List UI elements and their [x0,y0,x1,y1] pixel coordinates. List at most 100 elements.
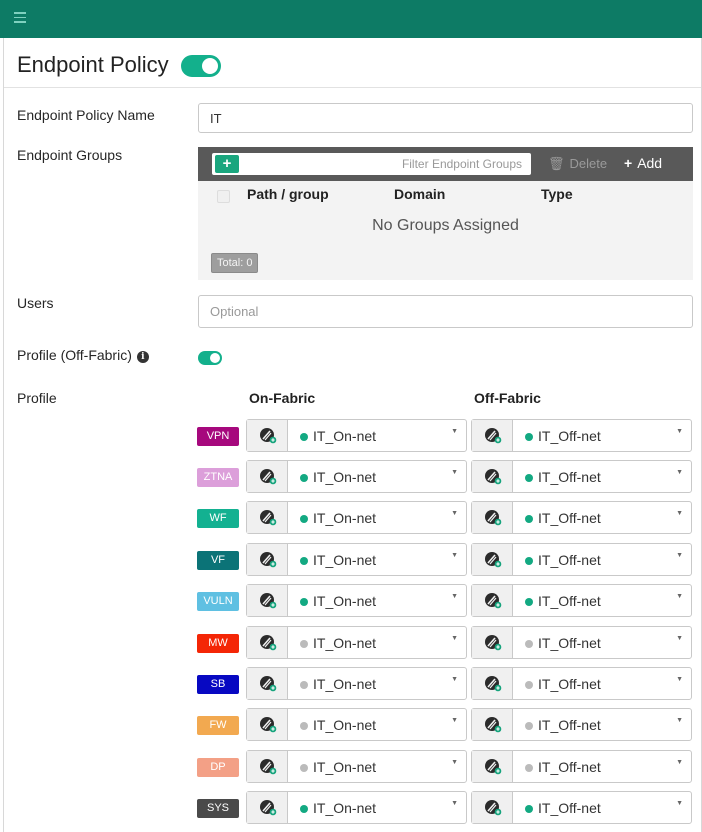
profile-select-on-fabric[interactable]: IT_On-net ▼ [246,584,467,617]
profile-offfabric-toggle[interactable] [198,351,222,365]
page-title: Endpoint Policy [17,52,169,77]
profile-row: VULN IT_On-net ▼ IT_Off-net ▼ [4,584,701,617]
profile-offfabric-text: Profile (Off-Fabric) [17,347,132,363]
profile-select-off-fabric[interactable]: IT_Off-net ▼ [471,501,692,534]
hamburger-menu-icon[interactable] [14,12,26,24]
profile-edit-button[interactable] [472,585,513,616]
profile-edit-button[interactable] [247,792,288,823]
profile-edit-button[interactable] [472,461,513,492]
profile-tag: ZTNA [197,468,239,487]
caret-down-icon: ▼ [451,593,458,600]
status-dot [525,722,533,730]
profile-edit-button[interactable] [247,585,288,616]
profile-tag: MW [197,634,239,653]
caret-down-icon: ▼ [676,510,683,517]
profile-tag: VF [197,551,239,570]
caret-down-icon: ▼ [451,552,458,559]
caret-down-icon: ▼ [676,635,683,642]
status-dot [300,474,308,482]
profile-select-off-fabric[interactable]: IT_Off-net ▼ [471,750,692,783]
caret-down-icon: ▼ [451,717,458,724]
profile-label: Profile [17,390,57,406]
profile-edit-button[interactable] [247,627,288,658]
column-header-type[interactable]: Type [541,186,573,202]
profile-edit-button[interactable] [472,792,513,823]
profile-value: IT_Off-net [538,510,601,526]
profile-tag: SB [197,675,239,694]
filter-placeholder: Filter Endpoint Groups [401,157,522,171]
profile-select-on-fabric[interactable]: IT_On-net ▼ [246,419,467,452]
profile-select-on-fabric[interactable]: IT_On-net ▼ [246,791,467,824]
profile-edit-button[interactable] [472,502,513,533]
column-header-path[interactable]: Path / group [247,186,329,202]
profile-row: VPN IT_On-net ▼ IT_Off-net ▼ [4,419,701,452]
profile-select-on-fabric[interactable]: IT_On-net ▼ [246,667,467,700]
profile-edit-button[interactable] [472,627,513,658]
add-filter-button[interactable]: + [215,155,239,173]
profile-offfabric-label: Profile (Off-Fabric) i [17,347,149,363]
profile-select-on-fabric[interactable]: IT_On-net ▼ [246,750,467,783]
profile-row: VF IT_On-net ▼ IT_Off-net ▼ [4,543,701,576]
profile-edit-button[interactable] [247,709,288,740]
status-dot [525,433,533,441]
profile-select-off-fabric[interactable]: IT_Off-net ▼ [471,708,692,741]
profile-edit-button[interactable] [247,751,288,782]
status-dot [300,557,308,565]
policy-name-input[interactable]: IT [198,103,693,133]
profile-edit-button[interactable] [472,420,513,451]
profile-value: IT_Off-net [538,759,601,775]
profile-edit-button[interactable] [247,502,288,533]
profile-row: DP IT_On-net ▼ IT_Off-net ▼ [4,750,701,783]
endpoint-groups-label: Endpoint Groups [17,147,123,163]
policy-enabled-toggle[interactable] [181,55,221,77]
profile-select-on-fabric[interactable]: IT_On-net ▼ [246,501,467,534]
profile-row: MW IT_On-net ▼ IT_Off-net ▼ [4,626,701,659]
profile-tag: DP [197,758,239,777]
profile-select-on-fabric[interactable]: IT_On-net ▼ [246,708,467,741]
status-dot [525,764,533,772]
profile-select-off-fabric[interactable]: IT_Off-net ▼ [471,626,692,659]
profile-tag: VPN [197,427,239,446]
profile-edit-button[interactable] [472,751,513,782]
profile-value: IT_Off-net [538,593,601,609]
profile-select-off-fabric[interactable]: IT_Off-net ▼ [471,460,692,493]
column-header-domain[interactable]: Domain [394,186,445,202]
profile-edit-button[interactable] [472,544,513,575]
profile-tag: FW [197,716,239,735]
filter-endpoint-groups[interactable]: + Filter Endpoint Groups [212,153,531,175]
profile-edit-button[interactable] [472,668,513,699]
profile-select-off-fabric[interactable]: IT_Off-net ▼ [471,584,692,617]
profile-edit-button[interactable] [247,461,288,492]
status-dot [525,640,533,648]
status-dot [525,515,533,523]
profile-select-on-fabric[interactable]: IT_On-net ▼ [246,543,467,576]
profile-select-off-fabric[interactable]: IT_Off-net ▼ [471,667,692,700]
add-button[interactable]: + Add [624,155,662,171]
info-icon[interactable]: i [136,351,149,363]
profile-edit-button[interactable] [472,709,513,740]
delete-button[interactable]: 🗑 Delete [548,156,607,172]
groups-toolbar: + Filter Endpoint Groups 🗑 Delete + Add [198,147,693,181]
profile-value: IT_Off-net [538,428,601,444]
status-dot [300,805,308,813]
profile-select-on-fabric[interactable]: IT_On-net ▼ [246,626,467,659]
users-input[interactable]: Optional [198,295,693,328]
caret-down-icon: ▼ [451,759,458,766]
profile-edit-button[interactable] [247,668,288,699]
caret-down-icon: ▼ [451,800,458,807]
profile-select-on-fabric[interactable]: IT_On-net ▼ [246,460,467,493]
total-badge: Total: 0 [211,253,259,273]
caret-down-icon: ▼ [676,428,683,435]
profile-select-off-fabric[interactable]: IT_Off-net ▼ [471,791,692,824]
profile-select-off-fabric[interactable]: IT_Off-net ▼ [471,419,692,452]
on-fabric-header: On-Fabric [249,390,316,406]
profile-value: IT_On-net [313,717,377,733]
profile-select-off-fabric[interactable]: IT_Off-net ▼ [471,543,692,576]
policy-name-label: Endpoint Policy Name [17,107,155,123]
profile-edit-button[interactable] [247,544,288,575]
add-label: Add [637,155,663,171]
profile-edit-button[interactable] [247,420,288,451]
caret-down-icon: ▼ [451,428,458,435]
select-all-checkbox[interactable] [217,190,230,203]
caret-down-icon: ▼ [676,759,683,766]
